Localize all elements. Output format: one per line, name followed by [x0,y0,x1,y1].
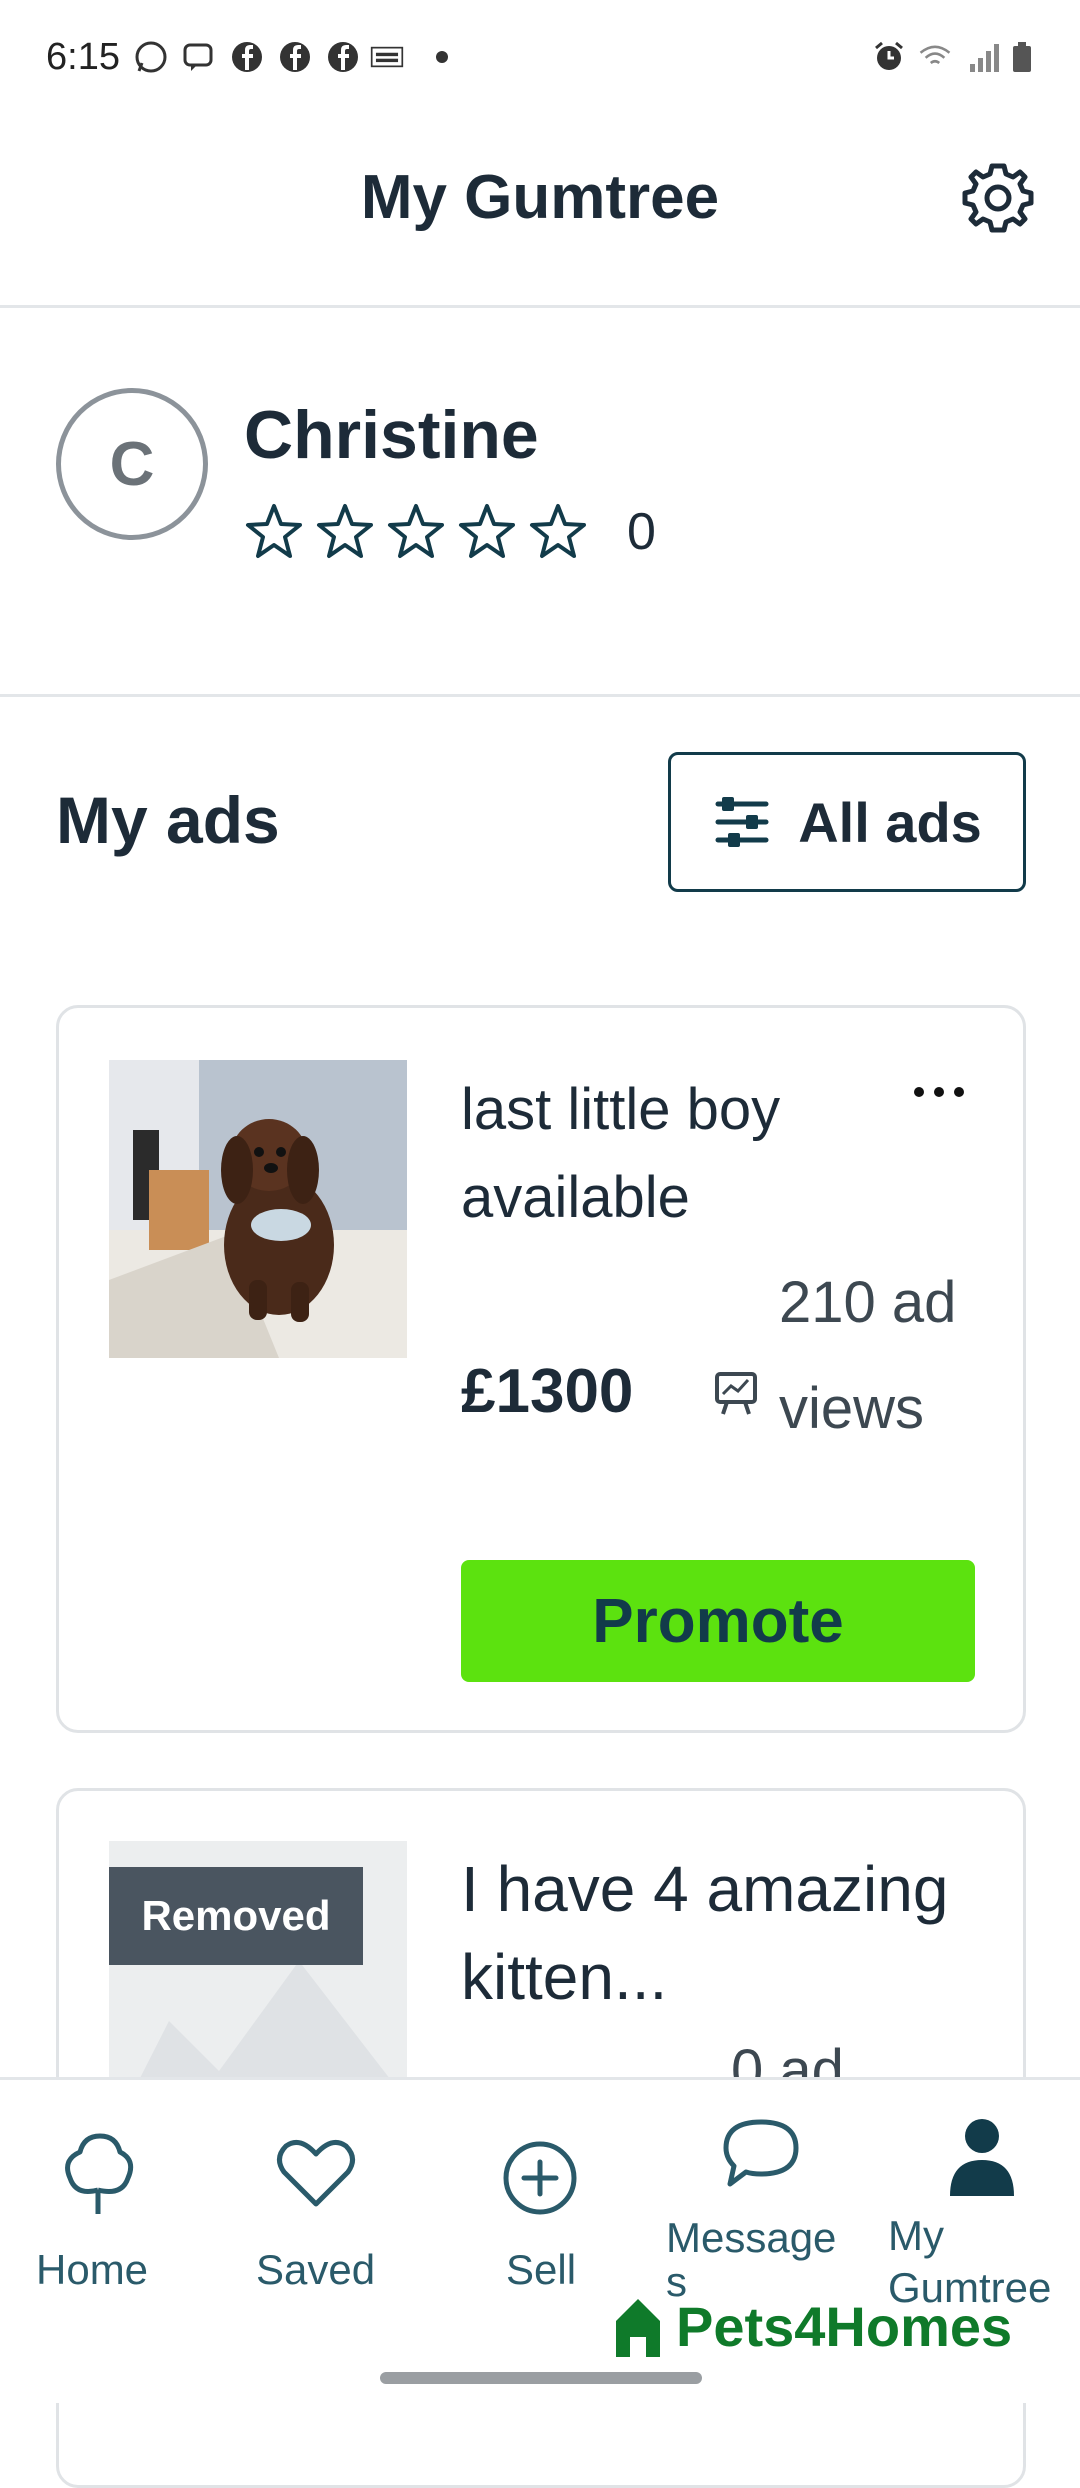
sliders-icon [715,797,769,847]
signal-icon [970,44,999,72]
promote-button[interactable]: Promote [461,1560,975,1682]
ad-thumbnail[interactable] [109,1060,407,1358]
header: My Gumtree [0,120,1080,308]
star-empty-icon [317,504,373,558]
rating[interactable]: 0 [244,502,656,562]
person-icon [950,2119,1014,2196]
page-title: My Gumtree [360,163,720,232]
star-empty-icon [388,504,444,558]
gesture-home-bar[interactable] [380,2372,702,2384]
tree-icon [65,2133,134,2214]
ad-title[interactable]: I have 4 amazing kitten... [461,1845,981,2021]
nav-item-saved[interactable]: Saved [214,2080,424,2403]
star-empty-icon [246,504,302,558]
messenger-icon [183,43,213,71]
watermark-text: Pets4Homes [676,2294,1013,2358]
star-empty-icon [530,504,586,558]
heart-icon [277,2139,355,2207]
alarm-icon [875,41,903,70]
ad-title[interactable]: last little boy available [461,1066,891,1242]
nav-item-home[interactable]: Home [0,2080,196,2403]
nav-label-saved: Saved [256,2246,376,2293]
removed-badge: Removed [109,1867,363,1965]
ad-price: £1300 [461,1357,634,1426]
nav-label-home: Home [36,2246,149,2293]
status-bar: 6:15 [0,0,1080,120]
profile-name: Christine [244,397,539,473]
wifi-icon [919,45,951,64]
whatsapp-icon [135,41,167,73]
rating-count: 0 [627,503,656,561]
facebook-icon [232,42,262,72]
plus-circle-icon [503,2141,577,2215]
battery-icon [1013,42,1031,72]
profile-section: C Christine 0 [0,306,1080,697]
chat-bubble-icon [723,2119,799,2187]
status-time: 6:15 [46,36,120,78]
puppy-photo [109,1060,407,1358]
avatar[interactable]: C [56,388,208,540]
gear-icon[interactable] [960,160,1036,236]
facebook-icon [280,42,310,72]
more-dots-icon[interactable] [909,1080,969,1104]
nav-label-sell: Sell [506,2246,577,2293]
my-ads-title: My ads [56,783,280,857]
ad-views: 210 ad views [779,1270,957,1441]
all-ads-filter-button[interactable]: All ads [668,752,1026,892]
dot-icon [436,51,448,63]
star-empty-icon [459,504,515,558]
pets4homes-logo-icon [616,2299,660,2357]
pets4homes-watermark: Pets4Homes [612,2286,1012,2366]
ad-card[interactable]: last little boy available £1300 210 ad v… [56,1005,1026,1733]
chart-board-icon [715,1372,757,1415]
facebook-icon [328,42,358,72]
temu-icon [370,46,404,68]
all-ads-filter-label: All ads [798,790,982,854]
